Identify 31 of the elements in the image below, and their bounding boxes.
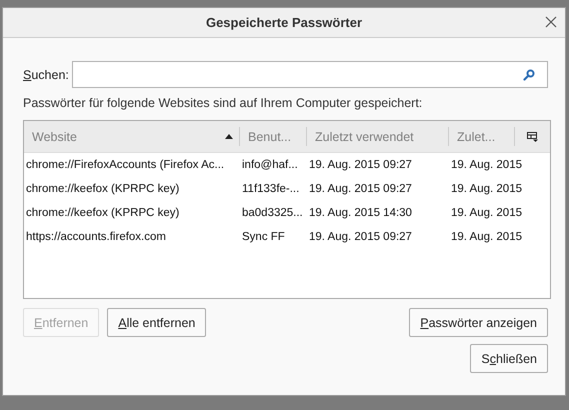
table-cell: 19. Aug. 2015 [451, 159, 522, 171]
column-header[interactable]: Benut... [240, 127, 307, 146]
table-cell: Sync FF [242, 231, 285, 243]
column-header[interactable]: Zulet... [449, 127, 515, 146]
column-header[interactable]: Zuletzt verwendet [307, 127, 449, 146]
column-header[interactable]: Website [24, 127, 240, 146]
window-title: Gespeicherte Passwörter [206, 15, 362, 30]
search-label: Suchen: [23, 68, 69, 82]
table-cell: 19. Aug. 2015 [451, 231, 522, 243]
table-cell: chrome://keefox (KPRPC key) [26, 183, 180, 195]
table-cell: 19. Aug. 2015 14:30 [309, 207, 412, 219]
action-button[interactable]: Alle entfernen [107, 308, 206, 337]
table-cell: 19. Aug. 2015 [451, 183, 522, 195]
table-cell: 11f133fe-... [242, 183, 300, 195]
table-cell: 19. Aug. 2015 [451, 207, 522, 219]
table-cell: 19. Aug. 2015 09:27 [309, 159, 412, 171]
table-cell: info@haf... [242, 159, 298, 171]
table-cell: 19. Aug. 2015 09:27 [309, 183, 412, 195]
table-cell: chrome://keefox (KPRPC key) [26, 207, 180, 219]
table-cell: 19. Aug. 2015 09:27 [309, 231, 412, 243]
table-cell: chrome://FirefoxAccounts (Firefox Ac... [26, 159, 224, 171]
sort-arrow-icon [225, 134, 233, 139]
table-cell: ba0d3325... [242, 207, 303, 219]
close-button[interactable]: Schließen [470, 344, 548, 373]
show-passwords-button[interactable]: Passwörter anzeigen [409, 308, 548, 337]
search-icon [523, 68, 535, 80]
column-picker-icon[interactable] [527, 132, 538, 142]
table-cell: https://accounts.firefox.com [26, 231, 166, 243]
search-field[interactable] [72, 61, 548, 88]
description-text: Passwörter für folgende Websites sind auf Ihrem Computer gespeichert: [23, 96, 424, 110]
close-icon[interactable] [545, 16, 557, 28]
